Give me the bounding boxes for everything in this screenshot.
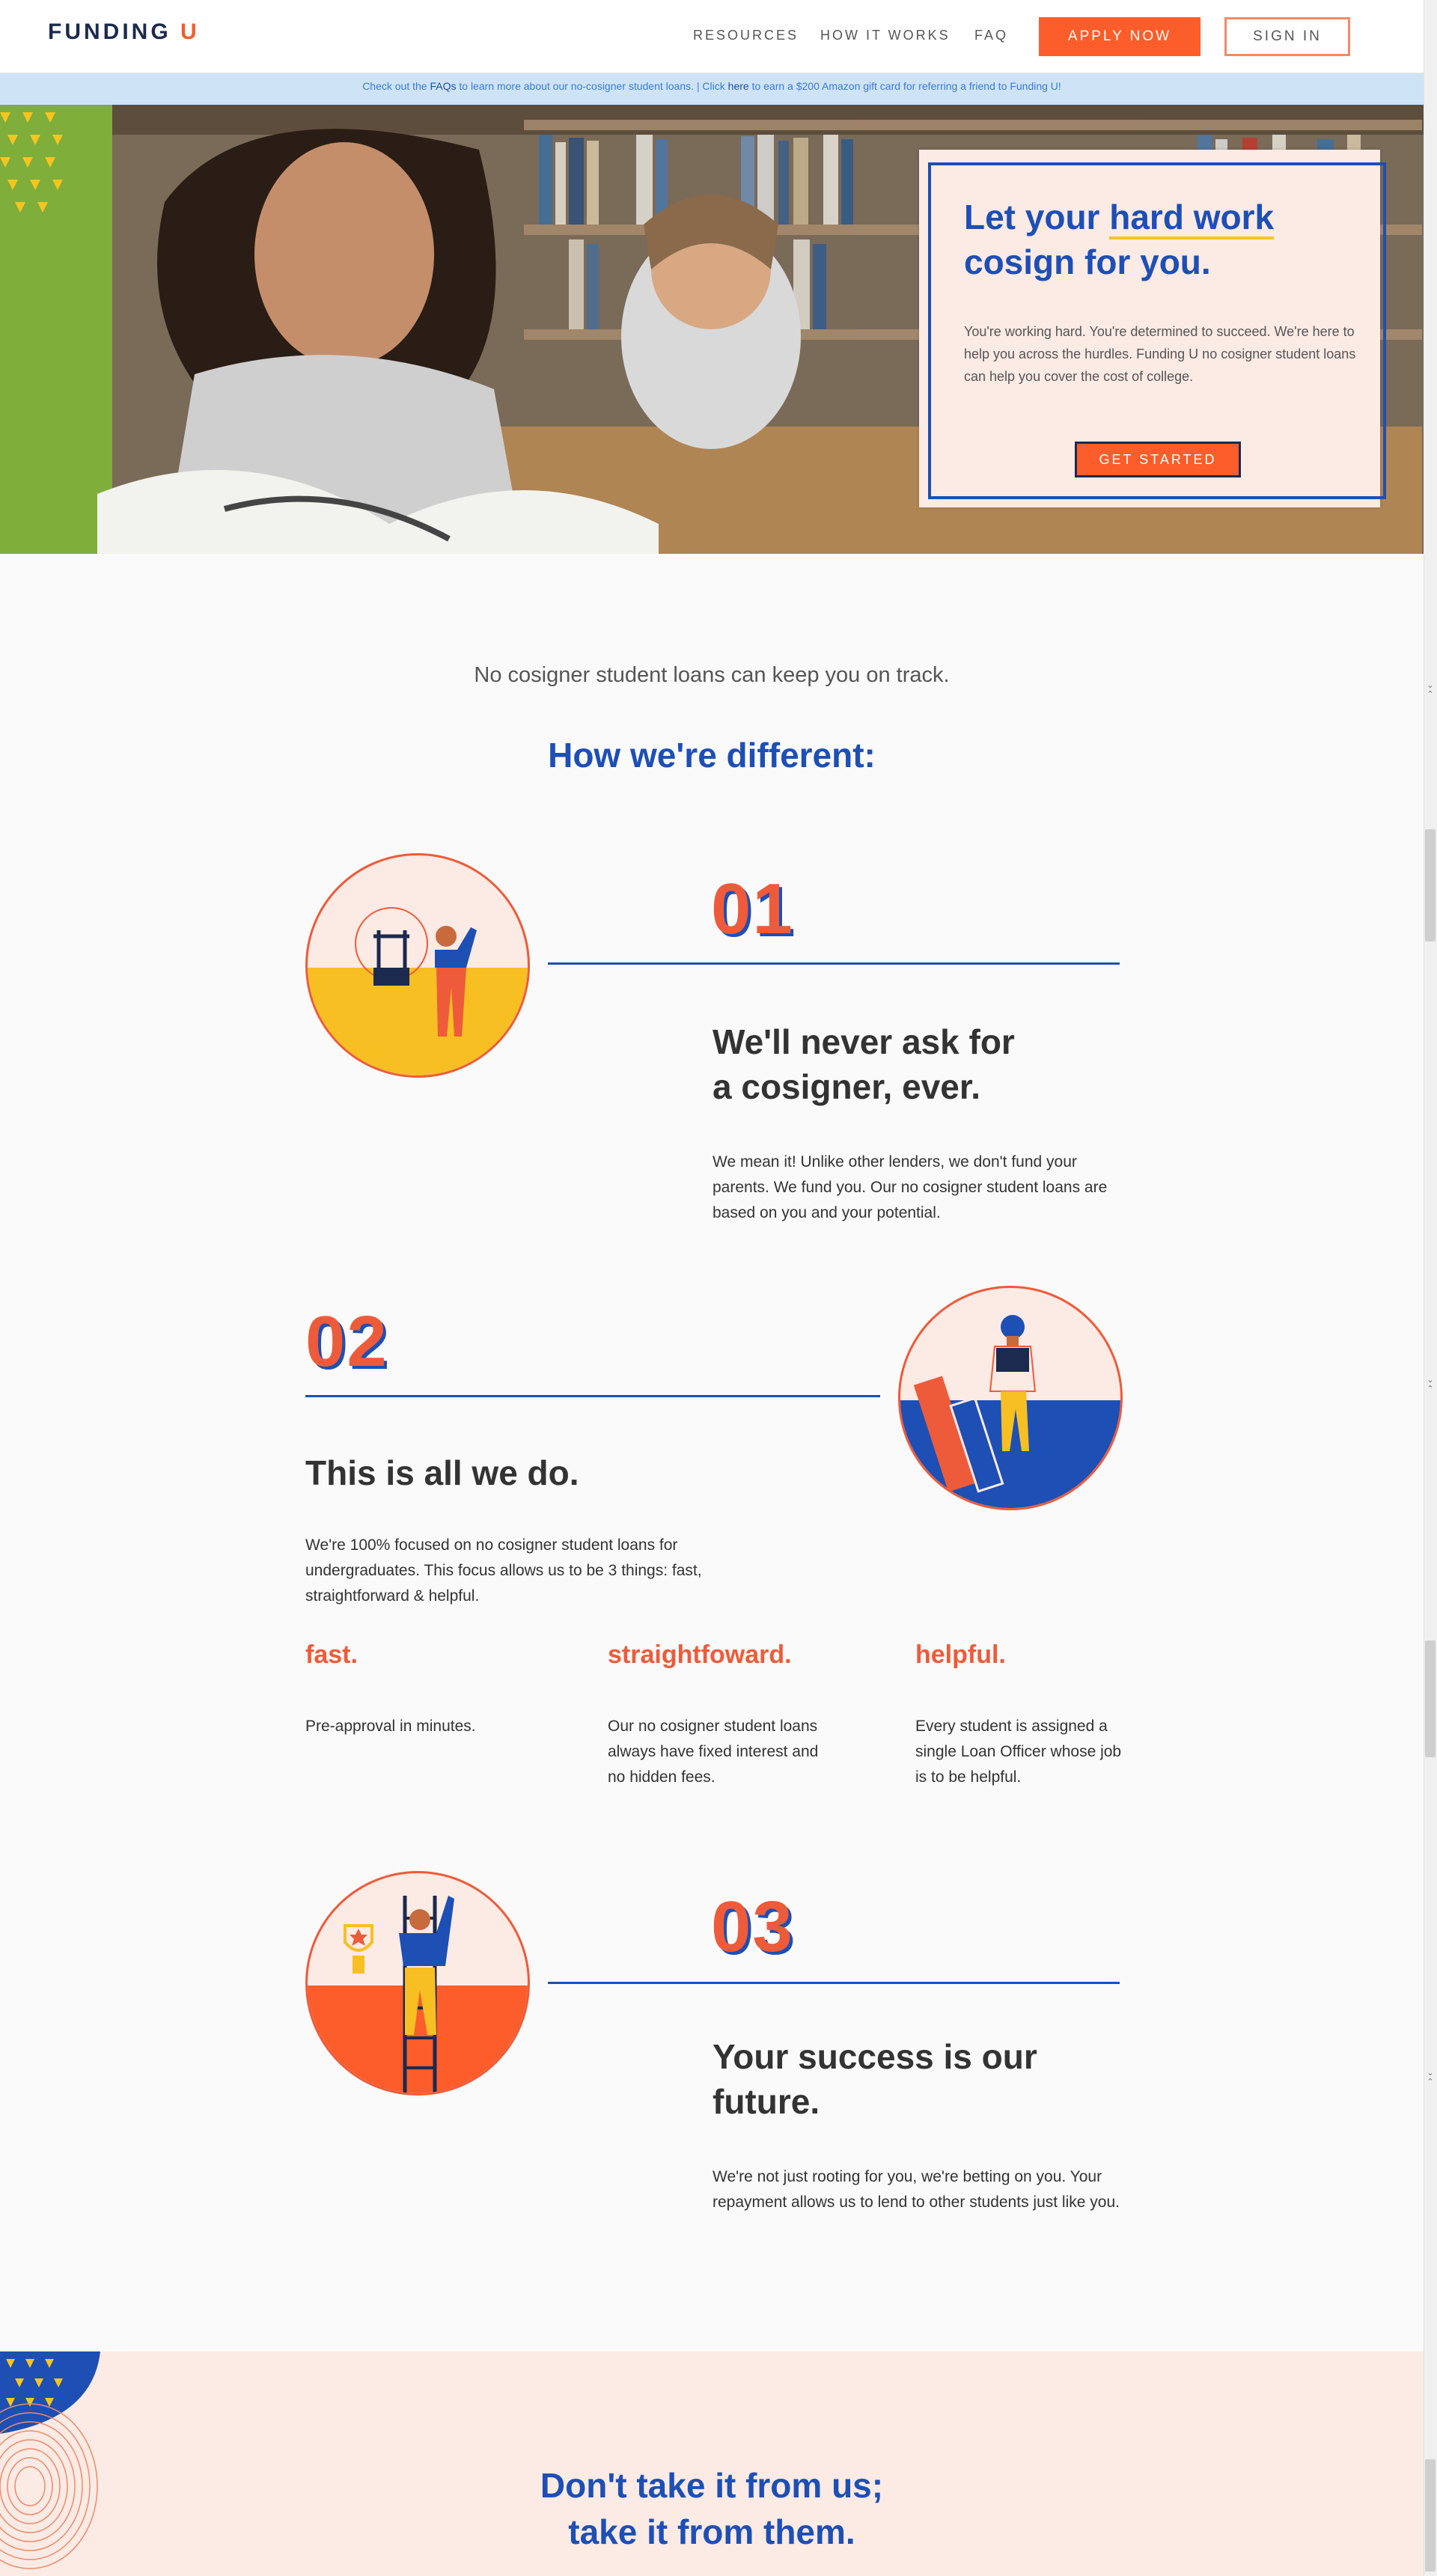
feature-03-rule — [548, 1982, 1120, 1984]
testimonials-heading-l2: take it from them. — [568, 2512, 855, 2551]
hero-text: You're working hard. You're determined t… — [964, 324, 1356, 384]
quality-straightforward-title: straightfoward. — [608, 1640, 792, 1669]
feature-03-text: We're not just rooting for you, we're be… — [713, 2168, 1120, 2211]
feature-03-title: Your success is our future. — [713, 2034, 1037, 2124]
feature-01-title: We'll never ask for a cosigner, ever. — [713, 1019, 1015, 1109]
tagline: No cosigner student loans can keep you o… — [474, 663, 950, 687]
nav-how-it-works[interactable]: HOW IT WORKS — [820, 28, 951, 43]
announcement-banner: Check out the FAQs to learn more about o… — [0, 73, 1424, 105]
scroll-up-icon[interactable]: ⌃ — [1425, 690, 1436, 699]
nav-faq[interactable]: FAQ — [974, 28, 1008, 43]
quality-straightforward-text: Our no cosigner student loans always hav… — [608, 1718, 819, 1786]
logo-accent: U — [180, 19, 200, 44]
scroll-up-icon-2[interactable]: ⌃ — [1425, 1385, 1436, 1394]
feature-01-title-l1: We'll never ask for — [713, 1022, 1015, 1061]
banner-faq-link[interactable]: FAQs — [430, 80, 456, 92]
scrollbar-track[interactable] — [1424, 0, 1437, 2576]
banner-text-3: to earn a $200 Amazon gift card for refe… — [748, 80, 1061, 92]
logo-main: FUNDING — [48, 19, 171, 44]
feature-02-title: This is all we do. — [305, 1453, 579, 1492]
quality-fast-text: Pre-approval in minutes. — [305, 1718, 476, 1735]
get-started-button[interactable]: GET STARTED — [1075, 442, 1241, 477]
sign-in-button[interactable]: SIGN IN — [1224, 17, 1350, 56]
testimonials-heading: Don't take it from us; take it from them… — [0, 2462, 1424, 2555]
testimonials-heading-l1: Don't take it from us; — [540, 2466, 884, 2505]
feature-01-rule — [548, 962, 1120, 965]
feature-01-title-l2: a cosigner, ever. — [713, 1067, 981, 1106]
hero-title-highlight: hard work — [1109, 198, 1275, 239]
quality-fast-title: fast. — [305, 1640, 358, 1669]
feature-03-illustration — [305, 1871, 530, 2096]
hero-title-pre: Let your — [964, 198, 1110, 236]
feature-02-illustration — [898, 1286, 1123, 1510]
feature-02-text: We're 100% focused on no cosigner studen… — [305, 1536, 702, 1605]
feature-01-text: We mean it! Unlike other lenders, we don… — [713, 1153, 1108, 1221]
feature-01-number: 01 — [711, 869, 794, 949]
scroll-down-icon-3[interactable]: ⌄ — [1425, 2069, 1436, 2078]
page: FUNDING U RESOURCES HOW IT WORKS FAQ APP… — [0, 0, 1424, 2576]
feature-02-number: 02 — [305, 1301, 388, 1382]
quality-helpful-text: Every student is assigned a single Loan … — [915, 1718, 1122, 1786]
banner-text-2: to learn more about our no-cosigner stud… — [456, 80, 728, 92]
quality-helpful-title: helpful. — [915, 1640, 1006, 1669]
scrollbar-thumb-2[interactable] — [1425, 1640, 1436, 1757]
scroll-down-icon[interactable]: ⌄ — [1425, 681, 1436, 690]
banner-here-link[interactable]: here — [728, 80, 749, 92]
scroll-up-icon-3[interactable]: ⌃ — [1425, 2078, 1436, 2087]
feature-01-illustration — [305, 853, 530, 1078]
feature-02-rule — [305, 1395, 880, 1397]
nav-resources[interactable]: RESOURCES — [693, 28, 799, 43]
scrollbar-thumb-3[interactable] — [1425, 2459, 1436, 2572]
how-different-heading: How we're different: — [548, 736, 876, 775]
banner-text-1: Check out the — [362, 80, 430, 92]
feature-03-number: 03 — [711, 1887, 794, 1967]
logo[interactable]: FUNDING U — [48, 19, 200, 45]
apply-now-button[interactable]: APPLY NOW — [1039, 17, 1200, 56]
hero-title-post: cosign for you. — [964, 242, 1211, 281]
feature-03-title-l1: Your success is our — [713, 2037, 1037, 2076]
hero-title: Let your hard work cosign for you. — [964, 195, 1275, 284]
feature-03-title-l2: future. — [713, 2082, 820, 2121]
scrollbar-thumb[interactable] — [1425, 829, 1436, 941]
scroll-down-icon-2[interactable]: ⌄ — [1425, 1376, 1436, 1385]
site-header: FUNDING U RESOURCES HOW IT WORKS FAQ APP… — [0, 0, 1424, 73]
